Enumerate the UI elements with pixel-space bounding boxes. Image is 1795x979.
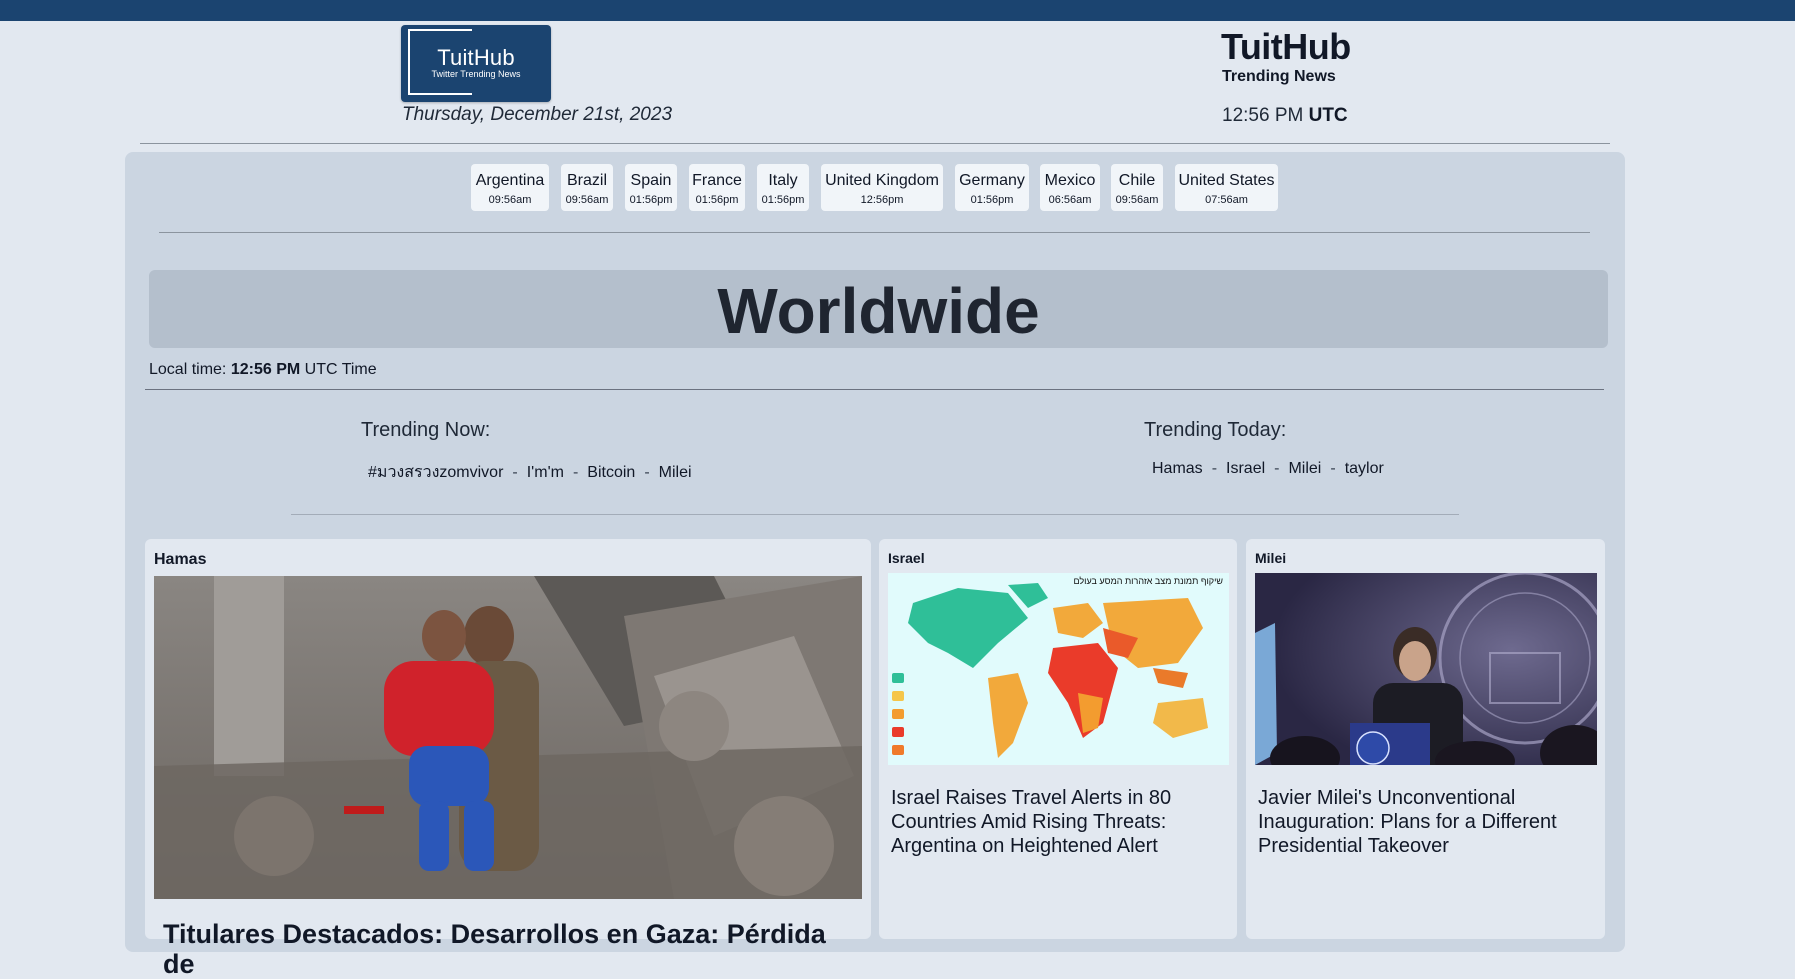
country-time: 09:56am (1115, 194, 1159, 206)
country-chip-germany[interactable]: Germany 01:56pm (955, 164, 1029, 211)
country-name: United Kingdom (825, 172, 939, 189)
country-chip-france[interactable]: France 01:56pm (689, 164, 745, 211)
country-name: Italy (768, 172, 798, 189)
header-divider (140, 143, 1610, 144)
trending-today-list: Hamas - Israel - Milei - taylor (1152, 460, 1384, 477)
news-card-milei[interactable]: Milei Javier Milei's Unconventional Inau… (1246, 539, 1605, 939)
brand-subtitle: Trending News (1222, 68, 1336, 85)
trend-tag[interactable]: Bitcoin (587, 464, 635, 481)
news-card-title[interactable]: Israel Raises Travel Alerts in 80 Countr… (891, 786, 1221, 858)
country-chip-mexico[interactable]: Mexico 06:56am (1040, 164, 1100, 211)
trend-tag[interactable]: Milei (1288, 460, 1321, 477)
country-time: 06:56am (1048, 194, 1092, 206)
country-time: 01:56pm (629, 194, 673, 206)
clock-zone: UTC (1308, 105, 1348, 126)
country-chip-united-states[interactable]: United States 07:56am (1175, 164, 1278, 211)
trend-tag[interactable]: I'm'm (527, 464, 564, 481)
country-time: 01:56pm (761, 194, 805, 206)
country-chip-argentina[interactable]: Argentina 09:56am (471, 164, 549, 211)
country-chip-spain[interactable]: Spain 01:56pm (625, 164, 677, 211)
top-bar (0, 0, 1795, 21)
local-time-label: Local time: (149, 361, 227, 378)
trending-divider (291, 514, 1459, 515)
logo-title: TuitHub (437, 45, 515, 70)
news-image-gaza[interactable] (154, 576, 862, 899)
country-name: Germany (959, 172, 1025, 189)
country-name: Spain (630, 172, 672, 189)
trend-tag[interactable]: Israel (1226, 460, 1265, 477)
country-name: United States (1178, 172, 1275, 189)
country-name: Brazil (566, 172, 607, 189)
news-card-title[interactable]: Titulares Destacados: Desarrollos en Gaz… (163, 919, 863, 979)
country-chip-united-kingdom[interactable]: United Kingdom 12:56pm (821, 164, 943, 211)
local-time-suffix: UTC Time (304, 361, 377, 378)
country-chip-italy[interactable]: Italy 01:56pm (757, 164, 809, 211)
clock-time: 12:56 PM (1222, 105, 1304, 126)
trending-today-label: Trending Today: (1144, 419, 1287, 441)
card-topic-label: Milei (1255, 550, 1287, 566)
trend-tag[interactable]: #มวงสรวงzomvivor (368, 464, 503, 481)
country-name: France (692, 172, 742, 189)
selector-divider (159, 232, 1590, 233)
country-name: Chile (1118, 172, 1156, 189)
trending-now-list: #มวงสรวงzomvivor - I'm'm - Bitcoin - Milei (368, 464, 692, 481)
country-name: Argentina (475, 172, 545, 189)
region-banner: Worldwide (149, 270, 1608, 348)
trend-tag[interactable]: Milei (659, 464, 692, 481)
news-image-travel-map[interactable]: שיקוף תמונת מצב אזהרות המסע בעולם (888, 573, 1229, 765)
news-image-milei[interactable] (1255, 573, 1597, 765)
brand-title: TuitHub (1221, 26, 1351, 67)
country-time: 07:56am (1205, 194, 1248, 206)
card-topic-label: Hamas (154, 551, 207, 568)
region-title: Worldwide (717, 275, 1040, 347)
current-date: Thursday, December 21st, 2023 (402, 104, 673, 125)
country-time: 09:56am (565, 194, 609, 206)
region-divider (145, 389, 1604, 390)
trend-tag[interactable]: taylor (1345, 460, 1384, 477)
logo-subtitle: Twitter Trending News (431, 69, 521, 79)
country-chip-brazil[interactable]: Brazil 09:56am (561, 164, 613, 211)
country-time: 09:56am (488, 194, 532, 206)
country-name: Mexico (1044, 172, 1096, 189)
local-time: Local time: 12:56 PM UTC Time (149, 361, 377, 379)
country-time: 01:56pm (970, 194, 1014, 206)
news-card-hamas[interactable]: Hamas Titulares Destacados: Desarrollos … (145, 539, 871, 979)
news-card-title[interactable]: Javier Milei's Unconventional Inaugurati… (1258, 786, 1588, 858)
country-time: 12:56pm (860, 194, 904, 206)
trending-now-label: Trending Now: (361, 419, 491, 441)
country-time: 01:56pm (695, 194, 739, 206)
country-chip-chile[interactable]: Chile 09:56am (1111, 164, 1163, 211)
local-time-value: 12:56 PM (230, 361, 301, 378)
map-caption: שיקוף תמונת מצב אזהרות המסע בעולם (1073, 576, 1223, 586)
news-card-israel[interactable]: Israel שיקוף תמונת מצב אזהרות המסע בעולם… (879, 539, 1237, 939)
country-selector: Argentina 09:56am Brazil 09:56am Spain 0… (0, 164, 1795, 212)
header-clock: 12:56 PM UTC (1222, 105, 1348, 127)
card-topic-label: Israel (888, 550, 925, 566)
site-logo[interactable]: TuitHub Twitter Trending News (401, 25, 551, 102)
trend-tag[interactable]: Hamas (1152, 460, 1203, 477)
